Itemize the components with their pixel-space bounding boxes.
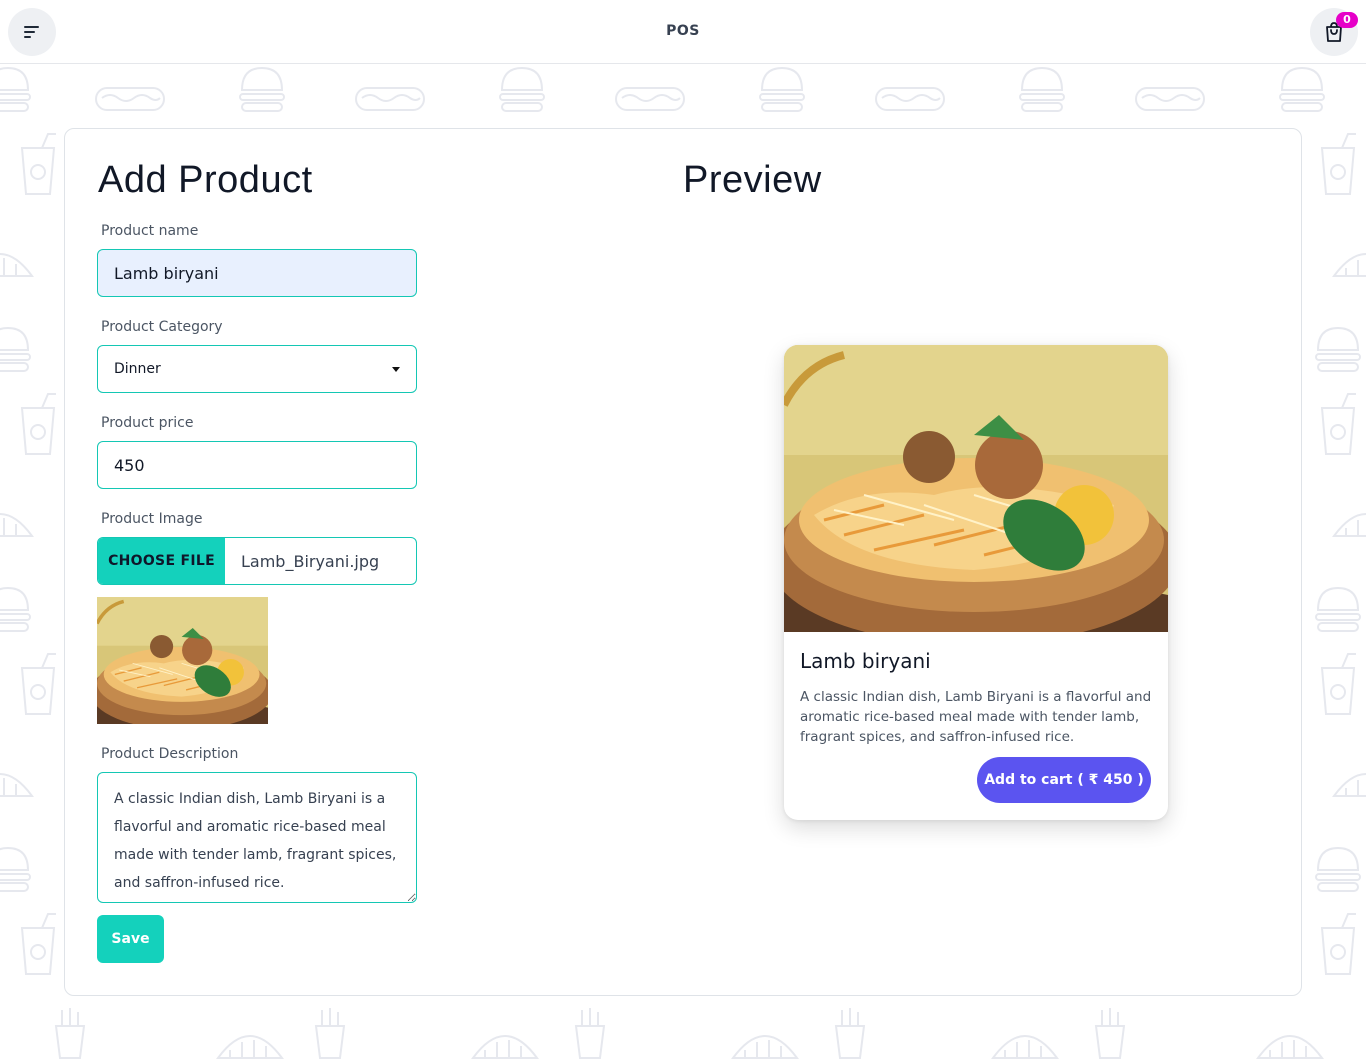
product-image-label: Product Image (101, 511, 203, 527)
product-category-label: Product Category (101, 319, 223, 335)
add-to-cart-button[interactable]: Add to cart ( ₹ 450 ) (977, 757, 1151, 803)
product-image-thumbnail (97, 597, 268, 724)
preview-product-description: A classic Indian dish, Lamb Biryani is a… (800, 689, 1152, 745)
save-button[interactable]: Save (97, 915, 164, 963)
product-price-input[interactable]: 450 (97, 441, 417, 489)
product-name-input[interactable]: Lamb biryani (97, 249, 417, 297)
file-name-text: Lamb_Biryani.jpg (241, 551, 380, 571)
app-title: POS (666, 23, 700, 39)
top-bar: POS 0 (0, 0, 1366, 64)
product-form-card: Add Product Product name Lamb biryani Pr… (64, 128, 1302, 996)
cart-button[interactable]: 0 (1310, 8, 1358, 56)
add-product-title: Add Product (98, 159, 313, 201)
preview-product-name: Lamb biryani (800, 649, 931, 673)
cart-count-badge: 0 (1336, 12, 1358, 28)
product-image-file-input[interactable]: CHOOSE FILE Lamb_Biryani.jpg (97, 537, 417, 585)
product-preview-card: Lamb biryani A classic Indian dish, Lamb… (784, 345, 1168, 820)
preview-title: Preview (683, 159, 822, 201)
product-price-label: Product price (101, 415, 194, 431)
product-name-label: Product name (101, 223, 199, 239)
caret-down-icon (392, 367, 400, 372)
product-description-label: Product Description (101, 746, 239, 762)
choose-file-button[interactable]: CHOOSE FILE (98, 538, 225, 584)
product-category-value: Dinner (114, 361, 161, 377)
product-category-select[interactable]: Dinner (97, 345, 417, 393)
product-preview-image (784, 345, 1168, 632)
product-description-textarea[interactable]: A classic Indian dish, Lamb Biryani is a… (97, 772, 417, 903)
